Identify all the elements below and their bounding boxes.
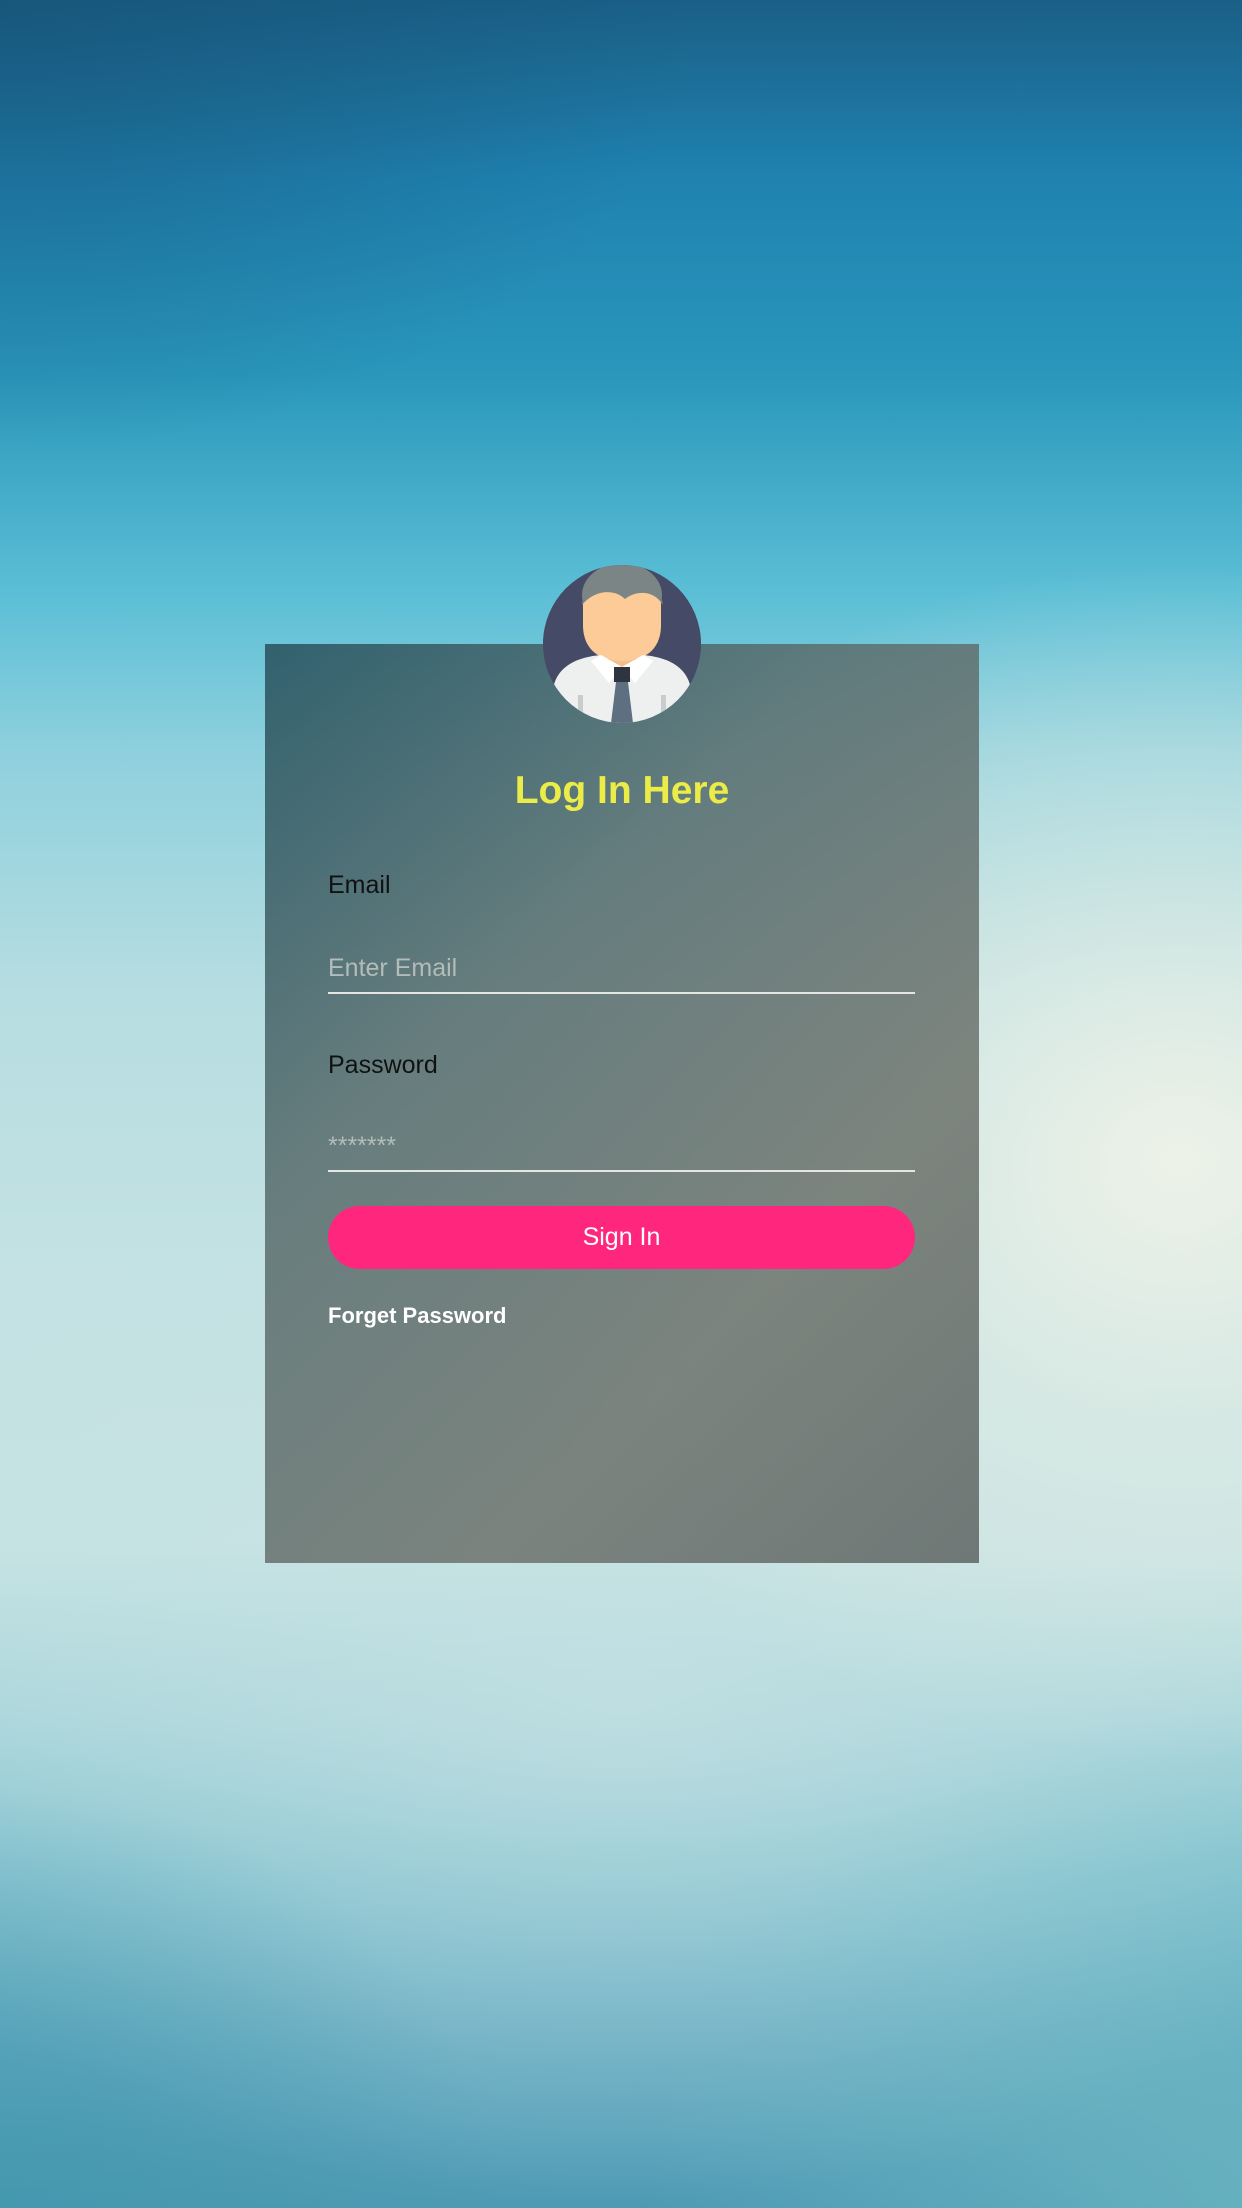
email-label: Email <box>328 871 391 899</box>
email-field[interactable] <box>328 944 915 994</box>
password-field[interactable] <box>328 1122 915 1172</box>
forget-password-link[interactable]: Forget Password <box>328 1303 506 1329</box>
page-title: Log In Here <box>514 769 730 812</box>
user-avatar-icon <box>543 565 701 723</box>
password-label: Password <box>328 1051 438 1079</box>
sign-in-button[interactable]: Sign In <box>328 1206 915 1269</box>
